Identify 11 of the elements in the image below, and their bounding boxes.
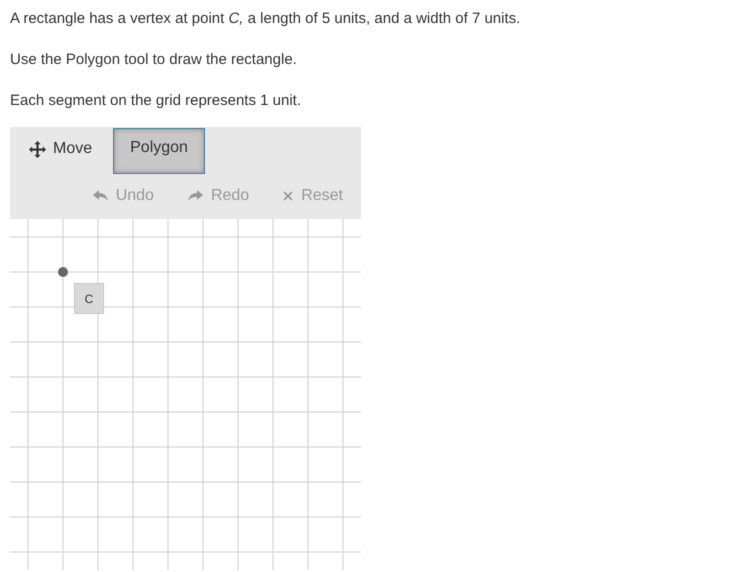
- close-icon: [283, 191, 294, 201]
- redo-icon: [188, 190, 203, 202]
- instruction-text: A rectangle has a vertex at point C, a length of 5 units, and a width of 7 units.: [10, 9, 520, 29]
- undo-icon: [92, 190, 108, 202]
- point-label: C: [74, 283, 104, 314]
- polygon-tool-button[interactable]: Polygon: [113, 128, 205, 174]
- move-icon: [29, 140, 46, 158]
- instruction-text: Each segment on the grid represents 1 unit.: [10, 91, 302, 111]
- point-marker[interactable]: [58, 267, 68, 277]
- move-tool-button[interactable]: Move: [18, 128, 106, 174]
- instruction-text: Use the Polygon tool to draw the rectangle.: [10, 50, 297, 70]
